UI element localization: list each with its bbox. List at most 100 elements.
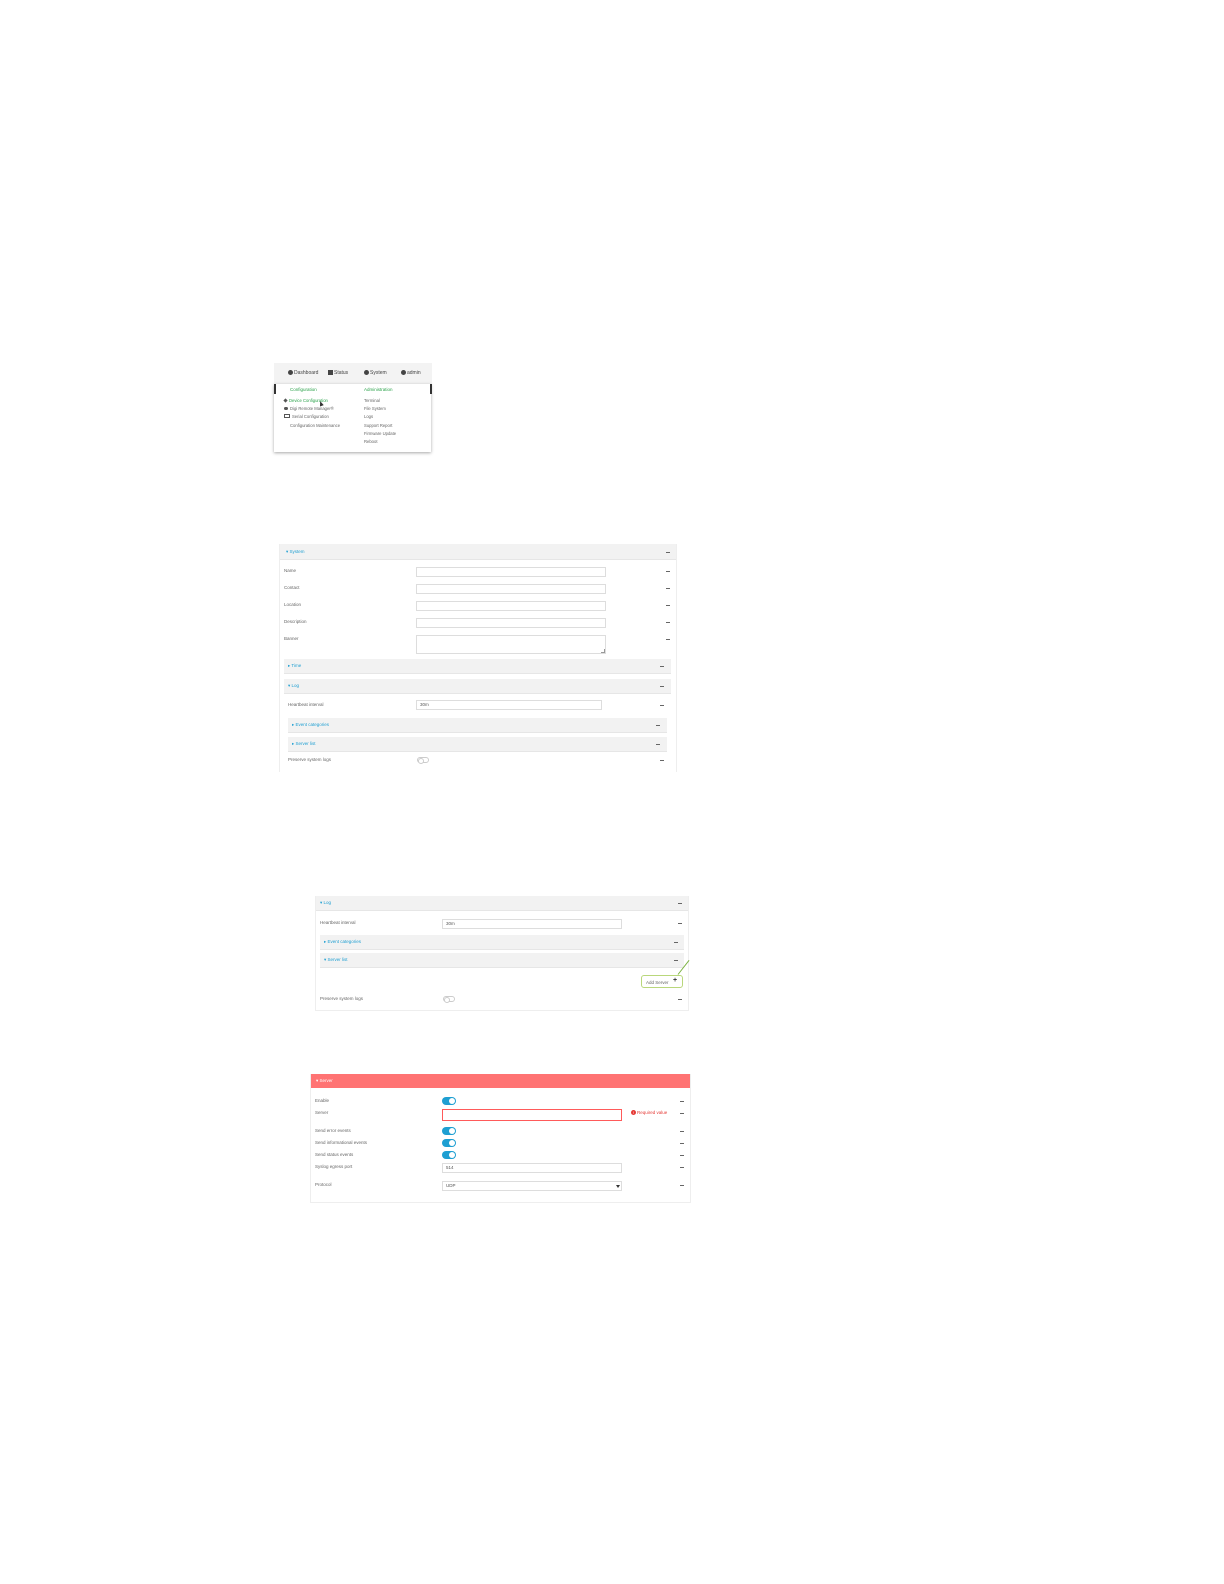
menu-item-serial-configuration[interactable]: Serial Configuration xyxy=(284,414,329,419)
chevron-down-icon xyxy=(616,1185,620,1188)
field-dash-icon xyxy=(666,605,670,606)
collapse-dash-icon xyxy=(656,744,660,745)
system-menu-screenshot: Dashboard Status System admin Configurat… xyxy=(274,363,432,453)
syslog-egress-port-label: Syslog egress port xyxy=(315,1164,353,1169)
collapse-dash-icon xyxy=(660,686,664,687)
field-dash-icon xyxy=(678,999,682,1000)
heartbeat-interval-input[interactable]: 30m xyxy=(442,919,622,929)
server-label: Server xyxy=(315,1110,329,1115)
nav-system[interactable]: System xyxy=(364,370,387,376)
banner-label: Banner xyxy=(284,636,299,641)
dashboard-icon xyxy=(288,370,293,375)
description-input[interactable] xyxy=(416,618,606,628)
serial-port-icon xyxy=(284,414,290,418)
collapse-dash-icon xyxy=(660,666,664,667)
menu-item-file-system[interactable]: File System xyxy=(364,406,386,411)
heartbeat-interval-label: Heartbeat interval xyxy=(320,920,356,925)
send-status-events-label: Send status events xyxy=(315,1152,354,1157)
field-dash-icon xyxy=(660,760,664,761)
location-label: Location xyxy=(284,602,302,607)
event-categories-header[interactable]: ▸ Event categories xyxy=(288,718,667,733)
resize-handle-icon[interactable] xyxy=(601,649,605,653)
log-section-header[interactable]: ▾ Log xyxy=(284,679,671,694)
field-dash-icon xyxy=(666,639,670,640)
cloud-icon xyxy=(284,407,288,410)
panel-edge-left xyxy=(274,384,276,394)
protocol-label: Protocol xyxy=(315,1182,332,1187)
pencil-icon xyxy=(283,398,288,403)
menu-item-support-report[interactable]: Support Report xyxy=(364,423,392,428)
server-input[interactable] xyxy=(442,1109,622,1121)
administration-heading: Administration xyxy=(364,387,393,392)
field-dash-icon xyxy=(666,622,670,623)
collapse-dash-icon xyxy=(674,942,678,943)
configuration-heading: Configuration xyxy=(290,387,317,392)
menu-item-terminal[interactable]: Terminal xyxy=(364,398,380,403)
enable-toggle[interactable] xyxy=(442,1097,456,1105)
collapse-dash-icon xyxy=(678,903,682,904)
preserve-system-logs-label: Preserve system logs xyxy=(320,996,364,1001)
field-dash-icon xyxy=(666,571,670,572)
gear-icon xyxy=(364,370,369,375)
nav-status[interactable]: Status xyxy=(328,370,348,376)
menu-item-remote-manager[interactable]: Digi Remote Manager® xyxy=(284,406,334,411)
required-value-error: ! Required value xyxy=(631,1110,668,1115)
field-dash-icon xyxy=(660,705,664,706)
error-icon: ! xyxy=(631,1110,636,1115)
send-error-events-toggle[interactable] xyxy=(442,1127,456,1135)
collapse-dash-icon xyxy=(656,725,660,726)
field-dash-icon xyxy=(680,1185,684,1186)
menu-item-logs[interactable]: Logs xyxy=(364,414,373,419)
log-server-list-screenshot: ▾ Log Heartbeat interval 30m ▸ Event cat… xyxy=(315,896,690,1011)
heartbeat-interval-input[interactable]: 30m xyxy=(416,700,602,710)
syslog-egress-port-input[interactable]: 514 xyxy=(442,1163,622,1173)
preserve-system-logs-toggle[interactable] xyxy=(443,996,455,1003)
plus-icon: + xyxy=(673,977,678,984)
panel-edge-right xyxy=(430,384,432,394)
enable-label: Enable xyxy=(315,1098,330,1103)
system-section-header[interactable]: ▾ System xyxy=(280,544,676,560)
server-section-header[interactable]: ▾ Server xyxy=(311,1074,690,1088)
name-label: Name xyxy=(284,568,297,573)
nav-dashboard[interactable]: Dashboard xyxy=(288,370,318,376)
server-list-header[interactable]: ▸ Server list xyxy=(288,737,667,752)
send-informational-events-label: Send informational events xyxy=(315,1140,368,1145)
time-section-header[interactable]: ▸ Time xyxy=(284,659,671,674)
send-error-events-label: Send error events xyxy=(315,1128,351,1133)
user-icon xyxy=(401,370,406,375)
menu-item-reboot[interactable]: Reboot xyxy=(364,439,378,444)
name-input[interactable] xyxy=(416,567,606,577)
server-config-screenshot: ▾ Server Enable Server ! Required value S… xyxy=(310,1074,691,1203)
collapse-dash-icon xyxy=(674,960,678,961)
nav-user[interactable]: admin xyxy=(401,370,421,376)
field-dash-icon xyxy=(680,1131,684,1132)
description-label: Description xyxy=(284,619,307,624)
server-list-header[interactable]: ▾ Server list xyxy=(320,953,684,968)
banner-textarea[interactable] xyxy=(416,635,606,654)
contact-input[interactable] xyxy=(416,584,606,594)
protocol-select[interactable]: UDP xyxy=(442,1181,622,1191)
menu-item-configuration-maintenance[interactable]: Configuration Maintenance xyxy=(290,423,340,428)
field-dash-icon xyxy=(680,1101,684,1102)
system-config-screenshot: ▾ System Name Contact Location Descripti… xyxy=(279,544,677,772)
collapse-dash-icon xyxy=(666,552,670,553)
menu-item-firmware-update[interactable]: Firmware Update xyxy=(364,431,396,436)
log-section-header[interactable]: ▾ Log xyxy=(316,896,688,911)
field-dash-icon xyxy=(678,923,682,924)
field-dash-icon xyxy=(680,1113,684,1114)
field-dash-icon xyxy=(680,1167,684,1168)
add-server-button[interactable]: Add Server + xyxy=(641,975,683,988)
preserve-system-logs-toggle[interactable] xyxy=(417,757,429,764)
location-input[interactable] xyxy=(416,601,606,611)
contact-label: Contact xyxy=(284,585,300,590)
grid-icon xyxy=(328,370,333,375)
top-nav-bar: Dashboard Status System admin xyxy=(274,363,432,386)
preserve-system-logs-label: Preserve system logs xyxy=(288,757,332,762)
heartbeat-interval-label: Heartbeat interval xyxy=(288,702,324,707)
field-dash-icon xyxy=(680,1143,684,1144)
field-dash-icon xyxy=(666,588,670,589)
field-dash-icon xyxy=(680,1155,684,1156)
send-informational-events-toggle[interactable] xyxy=(442,1139,456,1147)
event-categories-header[interactable]: ▸ Event categories xyxy=(320,935,684,950)
send-status-events-toggle[interactable] xyxy=(442,1151,456,1159)
